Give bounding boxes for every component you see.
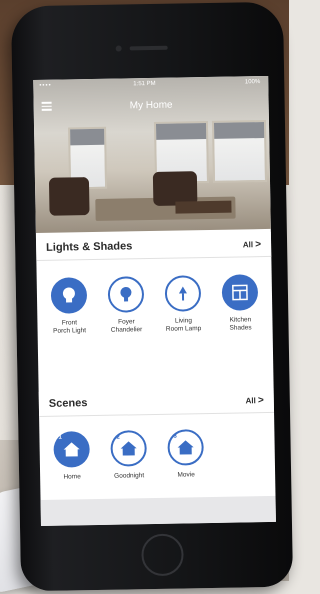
light-front-porch[interactable]: FrontPorch Light	[41, 277, 98, 336]
scene-movie[interactable]: 3 Movie	[157, 429, 214, 480]
kitchen-shades[interactable]: KitchenShades	[212, 274, 269, 333]
battery-level: 100%	[245, 79, 260, 85]
lights-all-label: All	[243, 240, 253, 249]
carrier-signal: ••••	[39, 83, 52, 89]
bottom-bar	[41, 496, 276, 526]
phone: •••• 1:51 PM 100% My Home Lights & Shade…	[11, 2, 293, 592]
lights-all-link[interactable]: All >	[243, 239, 262, 250]
tile-label: FoyerChandelier	[98, 318, 154, 335]
front-camera	[116, 45, 122, 51]
chevron-right-icon: >	[258, 395, 264, 406]
tile-label: LivingRoom Lamp	[155, 317, 211, 334]
tile-label: FrontPorch Light	[41, 319, 97, 336]
scenes-section-header: Scenes All >	[39, 388, 274, 417]
scene-number: 2	[116, 435, 119, 441]
home-button[interactable]	[141, 533, 184, 576]
light-foyer-chandelier[interactable]: FoyerChandelier	[98, 276, 155, 335]
status-time: 1:51 PM	[133, 81, 155, 87]
tile-label: Goodnight	[101, 472, 157, 481]
house-icon: 2	[110, 430, 147, 467]
scenes-section-title: Scenes	[49, 397, 88, 410]
light-living-room-lamp[interactable]: LivingRoom Lamp	[155, 275, 212, 334]
app-screen: •••• 1:51 PM 100% My Home Lights & Shade…	[33, 76, 276, 526]
house-icon: 3	[167, 429, 204, 466]
scenes-all-label: All	[245, 396, 255, 405]
lamp-icon	[165, 275, 202, 312]
bulb-icon	[51, 277, 88, 314]
tile-label: Movie	[158, 471, 214, 480]
lights-section-title: Lights & Shades	[46, 240, 132, 254]
armchair	[49, 177, 90, 216]
scene-home[interactable]: 1 Home	[43, 431, 100, 482]
earpiece-speaker	[130, 46, 168, 51]
scene-number: 3	[173, 434, 176, 440]
coffee-table	[175, 201, 231, 214]
lights-section-header: Lights & Shades All >	[36, 232, 271, 261]
house-icon: 1	[53, 431, 90, 468]
scenes-all-link[interactable]: All >	[245, 395, 264, 406]
chevron-right-icon: >	[255, 239, 261, 250]
tile-label: KitchenShades	[212, 316, 268, 333]
bulb-icon	[108, 276, 145, 313]
scene-number: 1	[58, 435, 61, 441]
scene-goodnight[interactable]: 2 Goodnight	[100, 430, 157, 481]
tile-label: Home	[44, 473, 100, 482]
room-window	[212, 120, 267, 183]
shade-icon	[222, 274, 259, 311]
